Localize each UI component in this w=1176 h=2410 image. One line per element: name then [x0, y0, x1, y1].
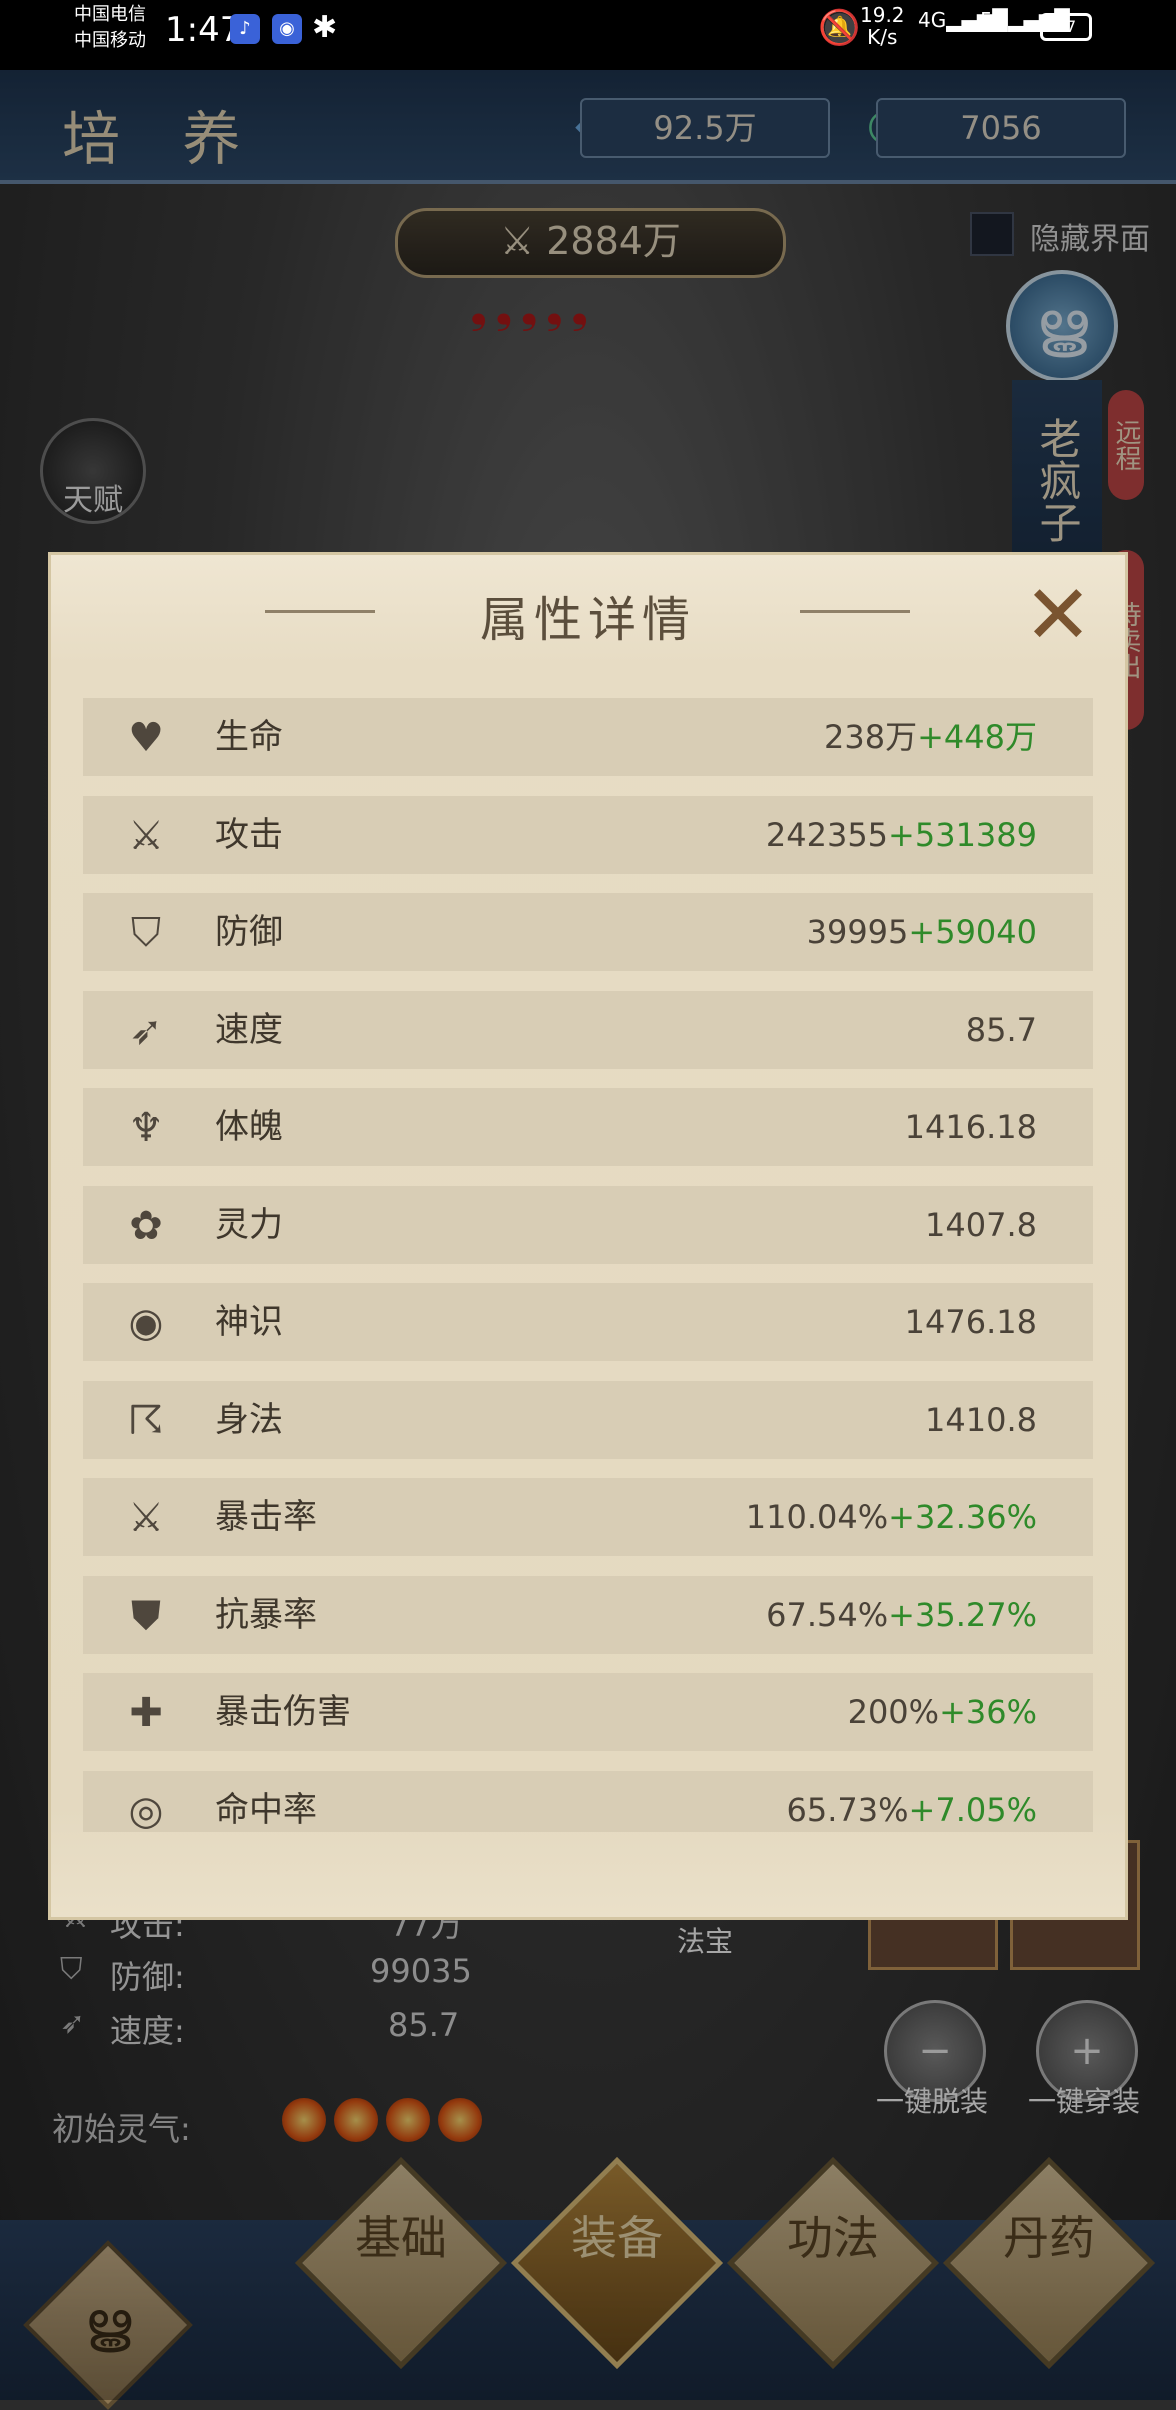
close-icon[interactable]: ✕ [1016, 574, 1100, 658]
attribute-label: 体魄 [215, 1107, 283, 1147]
attribute-bonus-value: +59040 [908, 913, 1037, 951]
attribute-label: 神识 [215, 1302, 283, 1342]
carrier-labels: 中国电信 中国移动 [74, 2, 146, 54]
sword-icon: ⚔ [128, 812, 164, 859]
shield-icon: ⛉ [131, 910, 161, 956]
attribute-row: ➶ 速度 85.7 [83, 990, 1093, 1069]
attribute-bonus-value: +35.27% [888, 1595, 1037, 1634]
attribute-row: ♆ 体魄 1416.18 [83, 1088, 1093, 1166]
status-bar: 中国电信 中国移动 1:47 ♪ ◉ ✱ 🔕 19.2 K/s 4G▂▄▆█ 5… [0, 0, 1176, 70]
attribute-value: 110.04%+32.36% [746, 1478, 1037, 1556]
bulb-app-icon: ◉ [272, 14, 302, 44]
carrier-2: 中国移动 [74, 30, 146, 51]
attribute-value: 1416.18 [905, 1088, 1037, 1166]
attribute-bonus-value: +531389 [888, 815, 1037, 854]
net1-label: 4G [918, 8, 947, 32]
attribute-bonus-value: +32.36% [888, 1498, 1037, 1536]
attribute-bonus-value: +7.05% [908, 1790, 1037, 1829]
battery-icon: 57 [1040, 13, 1092, 41]
attribute-label: 暴击伤害 [215, 1692, 351, 1732]
attribute-label: 防御 [215, 912, 283, 952]
net2-label: 5G [980, 8, 1009, 32]
attribute-value: 200%+36% [848, 1673, 1037, 1751]
attribute-base-value: 1476.18 [904, 1303, 1037, 1341]
attribute-row: ⛊ 抗暴率 67.54%+35.27% [83, 1575, 1093, 1654]
net-speed-unit: K/s [867, 25, 898, 49]
attribute-value: 238万+448万 [824, 698, 1037, 776]
anti-crit-shield-icon: ⛊ [131, 1592, 161, 1639]
attribute-base-value: 67.54% [766, 1595, 889, 1634]
attribute-row: ◎ 命中率 65.73%+7.05% [83, 1770, 1093, 1833]
attribute-row: ⚔ 攻击 242355+531389 [83, 795, 1093, 874]
attribute-value: 242355+531389 [766, 796, 1037, 874]
attribute-value: 85.7 [966, 991, 1037, 1069]
eye-icon: ◉ [128, 1300, 164, 1346]
attribute-value: 1410.8 [925, 1381, 1037, 1459]
attribute-label: 生命 [215, 717, 283, 757]
net-speed-value: 19.2 [860, 3, 905, 27]
attribute-row: ✿ 灵力 1407.8 [83, 1185, 1093, 1264]
bluetooth-icon: ✱ [312, 10, 338, 45]
attribute-row: ◉ 神识 1476.18 [83, 1283, 1093, 1361]
attribute-label: 攻击 [215, 814, 283, 855]
attribute-label: 抗暴率 [215, 1594, 317, 1635]
attribute-row: ⛉ 防御 39995+59040 [83, 893, 1093, 971]
attribute-value: 67.54%+35.27% [766, 1576, 1037, 1654]
crit-sword-icon: ⚔ [128, 1495, 164, 1541]
attribute-base-value: 65.73% [786, 1790, 909, 1829]
attribute-value: 39995+59040 [807, 893, 1037, 971]
attribute-base-value: 1416.18 [904, 1108, 1037, 1146]
target-icon: ◎ [128, 1787, 164, 1833]
strength-icon: ♆ [128, 1105, 164, 1151]
heart-icon: ♥ [128, 715, 164, 761]
attribute-base-value: 238万 [824, 718, 918, 756]
crit-damage-icon: ✚ [129, 1690, 163, 1736]
attribute-value: 1407.8 [925, 1186, 1037, 1264]
attribute-base-value: 1407.8 [925, 1205, 1037, 1244]
running-figure-icon: ☈ [128, 1397, 164, 1444]
attribute-row: ☈ 身法 1410.8 [83, 1380, 1093, 1459]
attribute-base-value: 39995 [806, 913, 909, 951]
carrier-1: 中国电信 [74, 4, 146, 25]
attribute-base-value: 85.7 [965, 1010, 1037, 1049]
attribute-label: 灵力 [215, 1204, 283, 1245]
music-app-icon: ♪ [230, 14, 260, 44]
attribute-base-value: 242355 [765, 815, 889, 854]
attribute-label: 身法 [215, 1399, 283, 1440]
mute-bell-icon: 🔕 [818, 8, 861, 48]
attribute-row: ✚ 暴击伤害 200%+36% [83, 1673, 1093, 1751]
net-speed: 19.2 K/s [860, 4, 905, 48]
attribute-label: 暴击率 [215, 1497, 317, 1537]
attribute-base-value: 200% [847, 1693, 940, 1731]
attribute-value: 65.73%+7.05% [787, 1771, 1037, 1833]
attribute-bonus-value: +448万 [917, 718, 1037, 756]
attribute-row: ⚔ 暴击率 110.04%+32.36% [83, 1478, 1093, 1556]
attribute-row: ♥ 生命 238万+448万 [83, 698, 1093, 776]
attribute-label: 命中率 [215, 1789, 317, 1830]
dialog-title: 属性详情 [479, 592, 696, 648]
attribute-base-value: 1410.8 [925, 1400, 1037, 1439]
spirit-flower-icon: ✿ [129, 1202, 163, 1249]
attribute-value: 1476.18 [905, 1283, 1037, 1361]
attribute-label: 速度 [215, 1009, 283, 1050]
attribute-bonus-value: +36% [939, 1693, 1037, 1731]
speed-icon: ➶ [129, 1007, 163, 1054]
attribute-base-value: 110.04% [745, 1498, 889, 1536]
attribute-list[interactable]: ♥ 生命 238万+448万 ⚔ 攻击 242355+531389 ⛉ 防御 39995+590… [83, 698, 1093, 1832]
